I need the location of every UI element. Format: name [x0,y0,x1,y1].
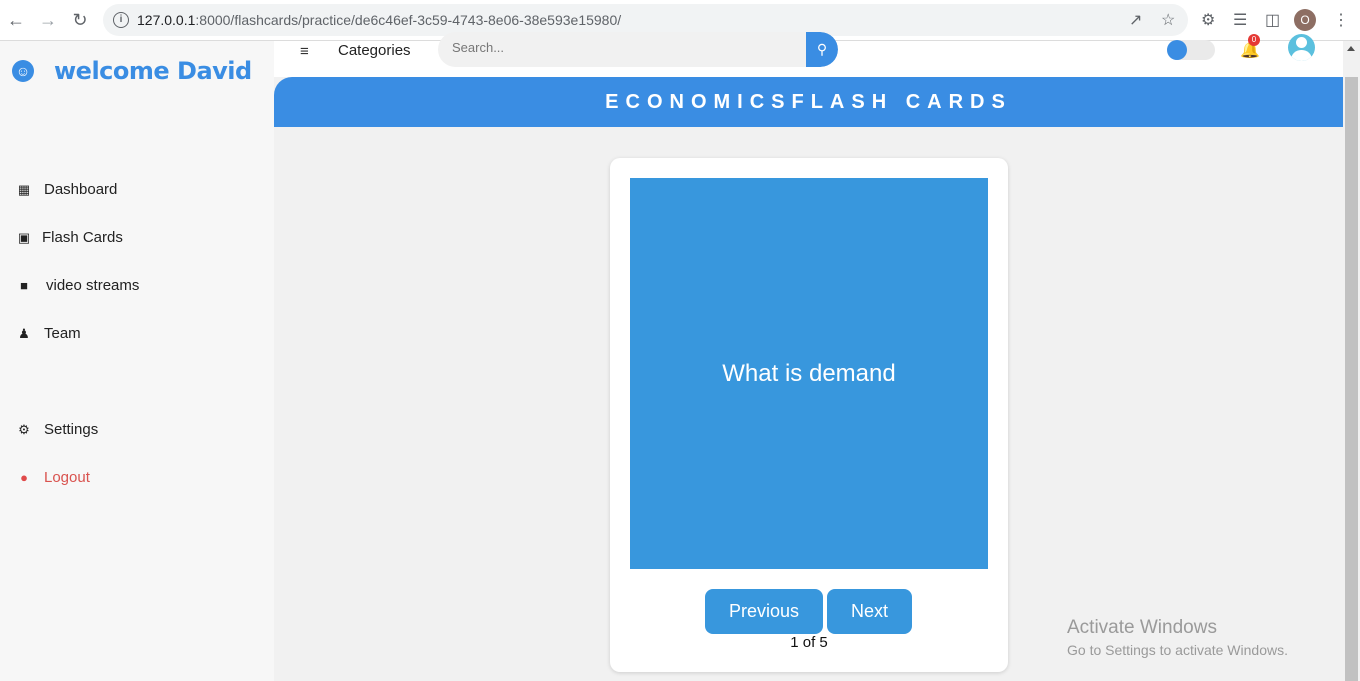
extensions-icon[interactable]: ⚙ [1201,10,1215,30]
theme-toggle[interactable] [1167,40,1215,60]
avatar-body [1291,50,1312,61]
forward-icon[interactable]: → [37,9,59,31]
watermark-subtitle: Go to Settings to activate Windows. [1067,642,1288,658]
search-box: ⚲ [438,32,838,67]
bookmark-star-icon[interactable]: ☆ [1161,10,1175,30]
page-scrollbar[interactable] [1343,41,1360,681]
reload-icon[interactable]: ↻ [69,9,91,31]
sidebar-item-label: Dashboard [44,181,118,198]
search-input[interactable] [452,40,792,55]
welcome-header: ☺ welcome David [12,57,252,85]
sidebar-item-label: video streams [46,277,140,294]
sidebar-item-label: Logout [44,469,90,486]
scroll-up-arrow-icon[interactable] [1347,46,1355,51]
next-button[interactable]: Next [827,589,912,634]
browser-profile-avatar[interactable]: O [1294,9,1316,31]
smile-icon: ☺ [12,60,34,82]
team-icon: ♟ [18,325,30,341]
sidebar-item-video-streams[interactable]: ■ video streams [16,277,139,294]
sidebar-item-label: Flash Cards [42,229,123,246]
sidebar-item-flash-cards[interactable]: ▣ Flash Cards [16,229,123,246]
sidebar-item-dashboard[interactable]: ▦ Dashboard [16,181,118,198]
flashcards-icon: ▣ [17,229,31,245]
dashboard-icon: ▦ [17,181,31,197]
site-info-icon[interactable]: i [113,12,129,28]
hamburger-menu-icon[interactable]: ≡ [300,43,309,60]
sidebar-item-label: Team [44,325,81,342]
user-avatar[interactable] [1288,34,1315,61]
activate-windows-watermark: Activate Windows Go to Settings to activ… [1067,617,1288,658]
logout-icon: ● [20,469,28,485]
sidebar-item-label: Settings [44,421,99,438]
watermark-title: Activate Windows [1067,617,1217,638]
sidebar-item-logout[interactable]: ● Logout [16,469,90,486]
sidebar-item-team[interactable]: ♟ Team [16,325,81,342]
flashcard-face[interactable]: What is demand [630,178,988,569]
toggle-knob [1167,40,1187,60]
video-icon: ■ [20,277,28,293]
flashcard-question: What is demand [722,359,896,387]
media-control-icon[interactable]: ☰ [1233,10,1247,30]
avatar-head [1296,37,1307,48]
gear-icon: ⚙ [18,421,30,437]
page-title: ECONOMICSFLASH CARDS [605,91,1012,113]
side-panel-icon[interactable]: ◫ [1265,10,1280,30]
categories-link[interactable]: Categories [338,42,411,59]
welcome-text: welcome David [54,57,252,85]
url-text: 127.0.0.1:8000/flashcards/practice/de6c4… [137,12,622,28]
page-banner: ECONOMICSFLASH CARDS [274,77,1343,127]
card-counter: 1 of 5 [790,634,828,651]
flashcard-container: What is demand Previous Next 1 of 5 [610,158,1008,672]
scrollbar-thumb[interactable] [1345,77,1358,681]
sidebar-item-settings[interactable]: ⚙ Settings [16,421,98,438]
sidebar: ☺ welcome David ▦ Dashboard ▣ Flash Card… [0,41,274,681]
browser-menu-icon[interactable]: ⋮ [1333,10,1349,30]
back-icon[interactable]: ← [5,9,27,31]
notifications-button[interactable]: 🔔 0 [1240,34,1260,60]
share-icon[interactable]: ↗ [1129,10,1142,30]
previous-button[interactable]: Previous [705,589,823,634]
notification-badge: 0 [1248,34,1260,46]
